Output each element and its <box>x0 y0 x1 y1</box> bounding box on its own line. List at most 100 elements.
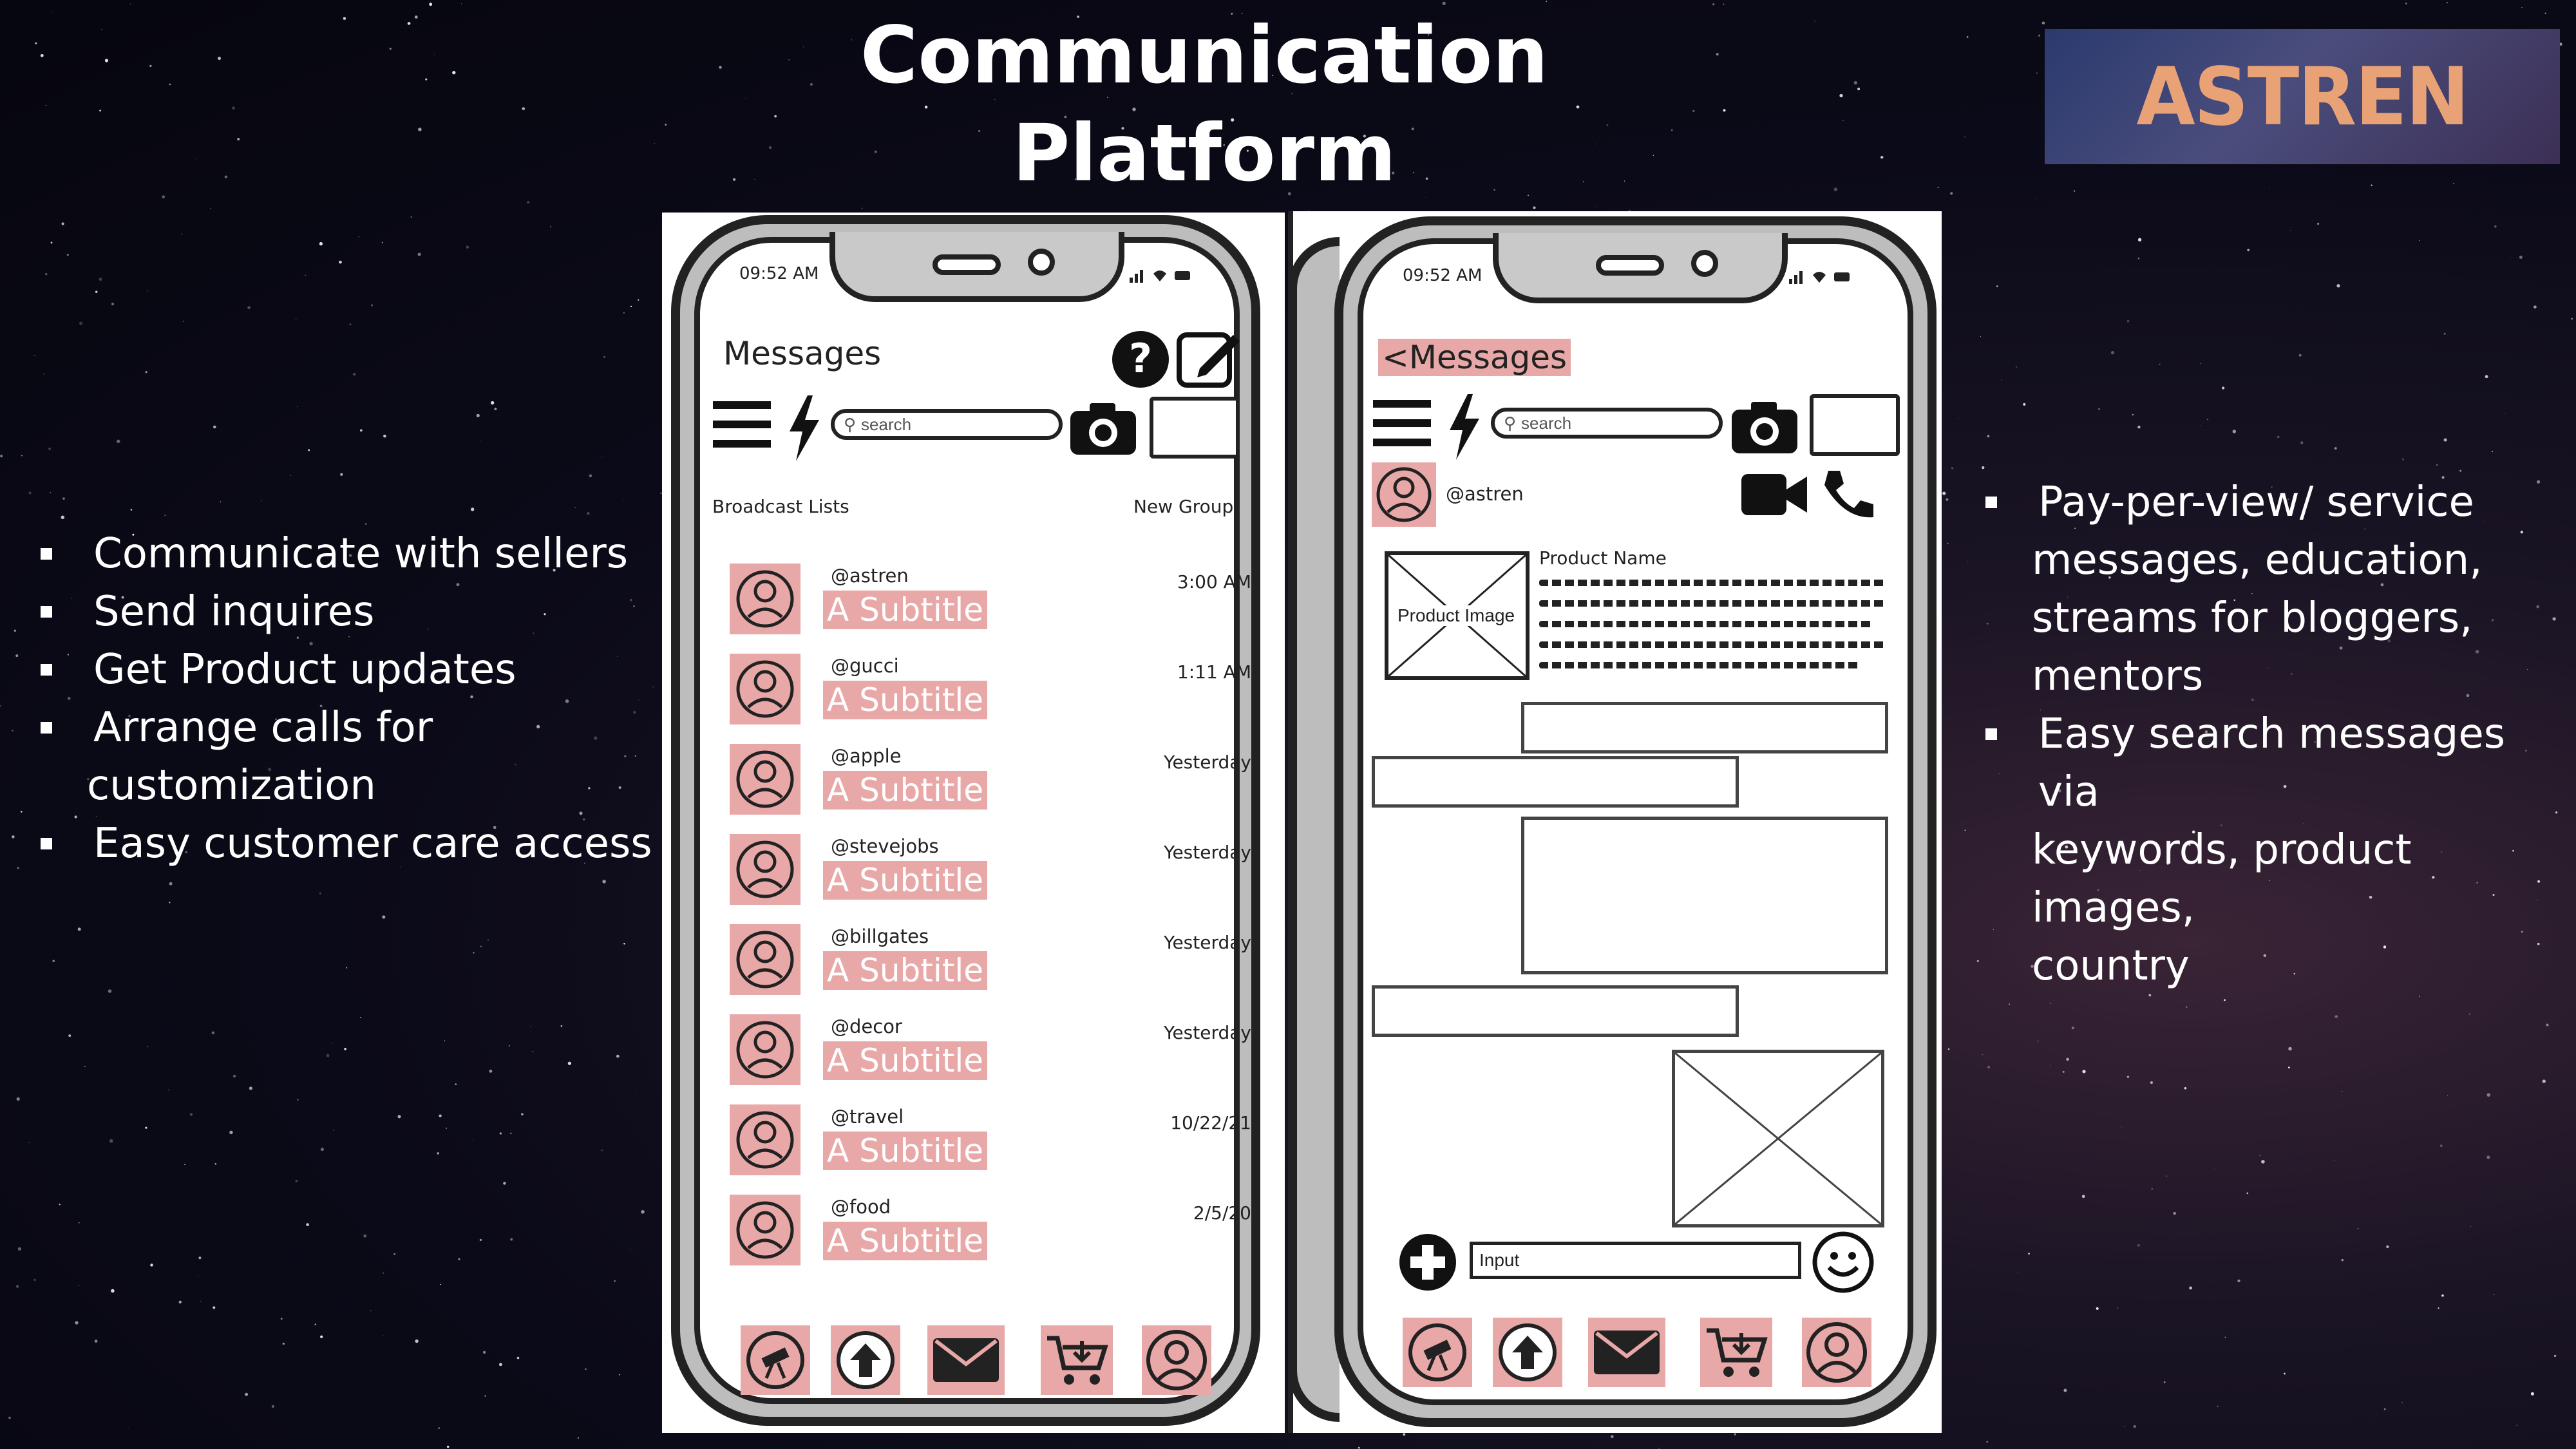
chat-bubble-incoming-2 <box>1372 985 1739 1037</box>
right-bullet-list: Pay-per-view/ service messages, educatio… <box>1980 473 2560 995</box>
slide-title: Communication Platform <box>837 6 1571 202</box>
flash-icon[interactable] <box>784 393 823 464</box>
upload-icon <box>1499 1323 1557 1381</box>
back-to-messages-link[interactable]: <Messages <box>1378 339 1571 376</box>
message-row-user[interactable]: @decor <box>831 1016 902 1037</box>
avatar-icon <box>736 1021 794 1079</box>
message-row-user[interactable]: @stevejobs <box>831 835 939 857</box>
nav-mail-button[interactable] <box>1588 1318 1665 1387</box>
avatar-icon <box>736 750 794 808</box>
message-row-time: 3:00 AM <box>1177 571 1251 592</box>
avatar-icon <box>736 1201 794 1259</box>
message-row-time: 2/5/20 <box>1193 1202 1251 1224</box>
flash-icon[interactable] <box>1444 392 1483 462</box>
cart-icon <box>1707 1328 1768 1377</box>
nav-profile-button[interactable] <box>1802 1318 1871 1387</box>
nav-upload-button[interactable] <box>1493 1318 1562 1387</box>
message-row-time: Yesterday <box>1164 1022 1251 1043</box>
nav-upload-button[interactable] <box>831 1325 900 1395</box>
add-attachment-icon[interactable] <box>1397 1232 1459 1293</box>
message-row-avatar[interactable] <box>730 924 800 995</box>
compose-icon[interactable] <box>1174 326 1245 390</box>
nav-explore-button[interactable] <box>1403 1318 1472 1387</box>
message-row-time: 10/22/21 <box>1170 1112 1251 1133</box>
message-row-avatar[interactable] <box>730 564 800 634</box>
menu-icon[interactable] <box>1370 395 1435 453</box>
message-row-subtitle: A Subtitle <box>823 1132 988 1170</box>
message-input[interactable]: Input <box>1470 1242 1801 1279</box>
logo-text: ASTREN <box>2136 50 2469 144</box>
mail-icon <box>1594 1331 1660 1374</box>
mail-icon <box>933 1338 999 1382</box>
chat-bubble-outgoing-1 <box>1521 702 1888 753</box>
back-phone-edge <box>1288 237 1340 1422</box>
right-bullet-1: Pay-per-view/ service <box>1980 473 2560 531</box>
search-input[interactable]: ⚲ search <box>1491 408 1723 439</box>
svg-text:?: ? <box>1129 335 1152 382</box>
camera-icon[interactable] <box>1729 398 1800 456</box>
left-bullet-3: Get Product updates <box>35 641 654 699</box>
chat-image-attachment[interactable] <box>1672 1050 1884 1227</box>
avatar-icon <box>736 570 794 628</box>
menu-icon[interactable] <box>710 396 775 454</box>
message-row-user[interactable]: @travel <box>831 1106 904 1128</box>
message-row-user[interactable]: @gucci <box>831 655 899 677</box>
page-title: Messages <box>723 335 882 372</box>
nav-profile-button[interactable] <box>1142 1325 1211 1395</box>
upload-icon <box>837 1331 895 1389</box>
new-group-link[interactable]: New Group <box>1133 496 1233 517</box>
message-row-avatar[interactable] <box>730 1195 800 1265</box>
nav-explore-button[interactable] <box>741 1325 810 1395</box>
right-bullet-1-cont-b: streams for bloggers, <box>2032 594 2473 642</box>
nav-mail-button[interactable] <box>927 1325 1005 1395</box>
panel-divider <box>1288 211 1293 1433</box>
broadcast-lists-link[interactable]: Broadcast Lists <box>712 496 849 517</box>
emoji-icon[interactable] <box>1811 1230 1875 1294</box>
nav-cart-button[interactable] <box>1041 1325 1113 1395</box>
front-camera <box>1028 249 1055 276</box>
right-bullet-2: Easy search messages via <box>1980 705 2560 821</box>
blank-action-box[interactable] <box>1810 394 1900 456</box>
product-image-label: Product Image <box>1395 605 1518 626</box>
message-row-time: Yesterday <box>1164 842 1251 863</box>
message-row-subtitle: A Subtitle <box>823 861 988 900</box>
left-bullet-1: Communicate with sellers <box>35 525 654 583</box>
avatar-icon <box>736 1111 794 1169</box>
search-input[interactable]: ⚲ search <box>831 409 1063 440</box>
product-name: Product Name <box>1539 547 1667 569</box>
speaker-grille <box>933 254 1001 275</box>
message-row-subtitle: A Subtitle <box>823 681 988 719</box>
camera-icon[interactable] <box>1068 399 1139 457</box>
message-row-time: Yesterday <box>1164 932 1251 953</box>
phone-call-icon[interactable] <box>1819 466 1877 524</box>
message-row-subtitle: A Subtitle <box>823 1041 988 1080</box>
message-row-avatar[interactable] <box>730 744 800 815</box>
search-placeholder: search <box>861 414 912 434</box>
message-row-subtitle: A Subtitle <box>823 951 988 990</box>
blank-action-box[interactable] <box>1150 397 1240 459</box>
video-call-icon[interactable] <box>1739 469 1810 520</box>
message-row-user[interactable]: @billgates <box>831 925 929 947</box>
message-row-avatar[interactable] <box>730 1104 800 1175</box>
astren-logo: ASTREN <box>2045 29 2560 164</box>
chat-bubble-outgoing-2 <box>1521 817 1888 974</box>
message-row-avatar[interactable] <box>730 834 800 905</box>
right-bullet-1-cont-a: messages, education, <box>2032 536 2483 584</box>
nav-cart-button[interactable] <box>1700 1318 1772 1387</box>
contact-avatar <box>1372 462 1436 527</box>
message-row-avatar[interactable] <box>730 654 800 724</box>
status-time: 09:52 AM <box>739 264 819 283</box>
slide-title-line2: Platform <box>1012 108 1397 199</box>
status-time: 09:52 AM <box>1403 266 1482 285</box>
message-row-user[interactable]: @apple <box>831 745 902 767</box>
help-icon[interactable]: ? <box>1110 328 1171 390</box>
message-row-avatar[interactable] <box>730 1014 800 1085</box>
status-icons <box>1784 264 1855 287</box>
message-row-user[interactable]: @astren <box>831 565 909 587</box>
message-row-user[interactable]: @food <box>831 1196 891 1218</box>
search-icon: ⚲ <box>844 414 857 434</box>
search-placeholder: search <box>1521 413 1572 433</box>
contact-handle: @astren <box>1446 483 1524 505</box>
cart-icon <box>1047 1336 1108 1385</box>
left-bullet-4: Arrange calls for <box>35 699 654 757</box>
